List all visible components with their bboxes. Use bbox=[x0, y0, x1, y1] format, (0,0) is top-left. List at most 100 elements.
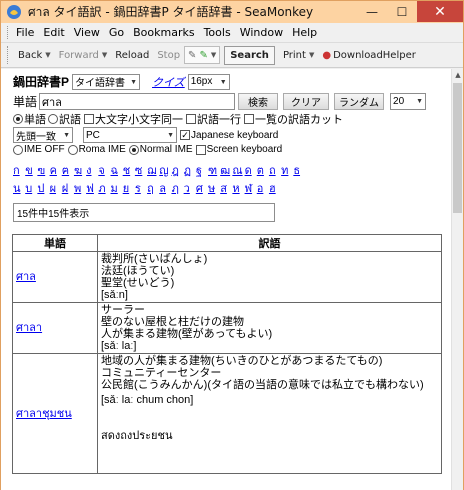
dropdown-arrow-icon[interactable]: ▼ bbox=[309, 51, 314, 59]
font-size-select[interactable]: 16px ▼ bbox=[187, 73, 230, 90]
thai-letter-link[interactable]: ฑ bbox=[208, 161, 220, 179]
thai-letter-link[interactable]: ฉ bbox=[111, 161, 123, 179]
thai-letter-link[interactable]: ร bbox=[135, 179, 147, 197]
stop-button[interactable]: Stop bbox=[153, 45, 184, 65]
thai-letter-link[interactable]: ศ bbox=[196, 179, 208, 197]
thai-letter-link[interactable]: ก bbox=[13, 161, 25, 179]
minimize-button[interactable]: — bbox=[357, 1, 387, 22]
thai-letter-link[interactable]: ธ bbox=[293, 161, 305, 179]
thai-letter-link[interactable]: ฏ bbox=[184, 161, 196, 179]
title-bar: ศาล タイ語訳 - 鍋田辞書P タイ語辞書 - SeaMonkey — ☐ ✕ bbox=[1, 1, 463, 23]
one-line-checkbox[interactable] bbox=[186, 114, 196, 124]
thai-letter-link[interactable]: ช bbox=[123, 161, 135, 179]
thai-letter-link[interactable]: ฦ bbox=[171, 179, 183, 197]
thai-letter-link[interactable]: ฮ bbox=[269, 179, 281, 197]
toolbar-grip[interactable] bbox=[7, 46, 10, 64]
result-count-select[interactable]: 20 ▼ bbox=[390, 93, 427, 110]
cut-list-checkbox[interactable] bbox=[244, 114, 254, 124]
thai-letter-link[interactable]: ต bbox=[257, 161, 269, 179]
thai-letter-link[interactable]: ว bbox=[184, 179, 196, 197]
thai-letter-link[interactable]: ห bbox=[232, 179, 244, 197]
downloadhelper-button[interactable]: ● DownloadHelper bbox=[318, 45, 420, 65]
menu-edit[interactable]: Edit bbox=[43, 26, 64, 39]
normal-ime-radio[interactable] bbox=[128, 144, 139, 155]
dropdown-arrow-icon[interactable]: ▼ bbox=[45, 51, 50, 59]
match-mode-select[interactable]: 先頭一致 ▼ bbox=[13, 127, 73, 143]
thai-letter-link[interactable]: ณ bbox=[232, 161, 244, 179]
word-link[interactable]: ศาลา bbox=[16, 322, 42, 334]
reload-button[interactable]: Reload bbox=[111, 45, 153, 65]
thai-letter-link[interactable]: ซ bbox=[135, 161, 147, 179]
japanese-keyboard-checkbox[interactable]: ✓ bbox=[180, 130, 190, 140]
quiz-link[interactable]: クイズ bbox=[152, 74, 185, 90]
thai-letter-link[interactable]: ผ bbox=[50, 179, 62, 197]
vertical-scrollbar[interactable]: ▲ bbox=[451, 69, 463, 490]
thai-letter-link[interactable]: ฌ bbox=[147, 161, 159, 179]
thai-letter-link[interactable]: จ bbox=[98, 161, 110, 179]
scroll-up-icon[interactable]: ▲ bbox=[452, 69, 464, 81]
menu-help[interactable]: Help bbox=[292, 26, 317, 39]
thai-letter-link[interactable]: บ bbox=[25, 179, 37, 197]
wrench-pencil-tool[interactable]: ✎ ✎ ▼ bbox=[184, 46, 221, 64]
thai-letter-link[interactable]: ถ bbox=[269, 161, 281, 179]
thai-letter-link[interactable]: ฝ bbox=[62, 179, 74, 197]
random-button[interactable]: ランダム bbox=[334, 93, 385, 110]
search-button[interactable]: Search bbox=[224, 45, 275, 65]
screen-keyboard-checkbox[interactable] bbox=[195, 144, 206, 155]
thai-letter-link[interactable]: พ bbox=[74, 179, 86, 197]
dictionary-select[interactable]: タイ語辞書 ▼ bbox=[72, 73, 141, 90]
thai-letter-link[interactable]: ฒ bbox=[220, 161, 232, 179]
thai-letter-link[interactable]: ล bbox=[159, 179, 171, 197]
case-insensitive-checkbox[interactable] bbox=[84, 114, 94, 124]
toolbar-grip[interactable] bbox=[7, 26, 10, 39]
roma-ime-radio[interactable] bbox=[67, 144, 78, 155]
thai-letter-link[interactable]: ฅ bbox=[62, 161, 74, 179]
thai-letter-link[interactable]: ฤ bbox=[147, 179, 159, 197]
maximize-button[interactable]: ☐ bbox=[387, 1, 417, 22]
menu-view[interactable]: View bbox=[74, 26, 100, 39]
thai-letter-link[interactable]: ฆ bbox=[74, 161, 86, 179]
thai-letter-link[interactable]: ข bbox=[25, 161, 37, 179]
print-button[interactable]: Print ▼ bbox=[279, 45, 318, 65]
keyboard-type-select[interactable]: PC ▼ bbox=[83, 127, 177, 143]
thai-letter-link[interactable]: ภ bbox=[98, 179, 110, 197]
close-button[interactable]: ✕ bbox=[417, 1, 463, 22]
thai-letter-link[interactable]: ง bbox=[86, 161, 98, 179]
word-link[interactable]: ศาลาชุมชน bbox=[16, 408, 72, 420]
thai-letter-link[interactable]: ษ bbox=[208, 179, 220, 197]
page-content: 鍋田辞書P タイ語辞書 ▼ クイズ 16px ▼ 単語 ศาล 検索 クリア ランダ… bbox=[1, 69, 451, 490]
menu-bookmarks[interactable]: Bookmarks bbox=[133, 26, 194, 39]
thai-letter-link[interactable]: ท bbox=[281, 161, 293, 179]
thai-letter-link[interactable]: ญ bbox=[159, 161, 171, 179]
thai-letter-link[interactable]: น bbox=[13, 179, 25, 197]
menu-file[interactable]: File bbox=[16, 26, 34, 39]
dropdown-arrow-icon[interactable]: ▼ bbox=[211, 51, 216, 59]
clear-button[interactable]: クリア bbox=[283, 93, 330, 110]
menu-tools[interactable]: Tools bbox=[204, 26, 231, 39]
thai-letter-link[interactable]: ฎ bbox=[171, 161, 183, 179]
thai-letter-link[interactable]: ด bbox=[245, 161, 257, 179]
thai-letter-link[interactable]: ส bbox=[220, 179, 232, 197]
forward-button[interactable]: Forward ▼ bbox=[55, 45, 112, 65]
word-mode-radio[interactable] bbox=[13, 114, 23, 124]
thai-letter-link[interactable]: ย bbox=[123, 179, 135, 197]
scrollbar-thumb[interactable] bbox=[453, 83, 462, 213]
word-link[interactable]: ศาล bbox=[16, 271, 36, 283]
thai-letter-link[interactable]: อ bbox=[257, 179, 269, 197]
word-input[interactable]: ศาล bbox=[39, 93, 236, 110]
dropdown-arrow-icon[interactable]: ▼ bbox=[102, 51, 107, 59]
thai-letter-link[interactable]: ฐ bbox=[196, 161, 208, 179]
menu-window[interactable]: Window bbox=[240, 26, 283, 39]
menu-go[interactable]: Go bbox=[109, 26, 124, 39]
thai-letter-link[interactable]: ฃ bbox=[37, 161, 49, 179]
back-button[interactable]: Back ▼ bbox=[14, 45, 55, 65]
translation-line: サーラー bbox=[101, 304, 145, 316]
thai-letter-link[interactable]: ม bbox=[111, 179, 123, 197]
thai-letter-link[interactable]: ป bbox=[37, 179, 49, 197]
ime-off-radio[interactable] bbox=[13, 144, 23, 155]
translation-mode-radio[interactable] bbox=[48, 114, 58, 124]
thai-letter-link[interactable]: ฬ bbox=[245, 179, 257, 197]
thai-letter-link[interactable]: ค bbox=[50, 161, 62, 179]
search-submit-button[interactable]: 検索 bbox=[238, 93, 279, 110]
thai-letter-link[interactable]: ฟ bbox=[86, 179, 98, 197]
